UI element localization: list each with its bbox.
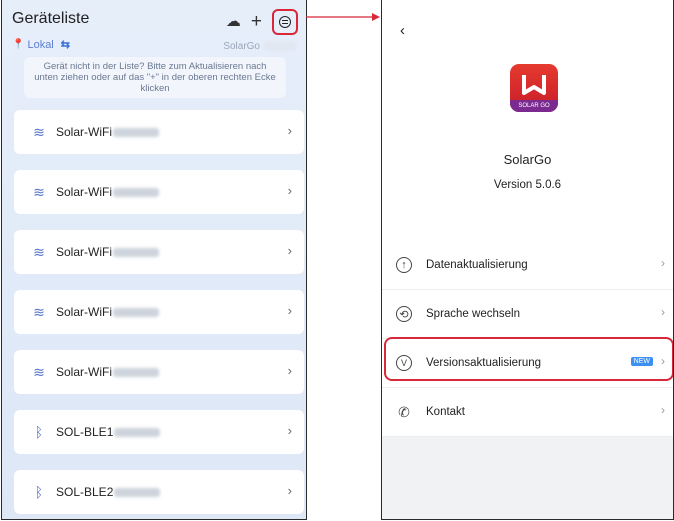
device-name: SOL-BLE2 [56,485,114,499]
logo-label: SOLAR GO [510,100,558,112]
blurred-serial [114,427,161,437]
chevron-right-icon: › [287,303,292,318]
location-pin-icon: 📍 [12,39,25,50]
device-item[interactable]: ≋ Solar-WiFi › [14,230,304,274]
chevron-right-icon: › [287,423,292,438]
back-button[interactable]: ‹ [400,22,405,39]
upload-icon: ↑ [396,257,412,273]
device-item[interactable]: ᛒ SOL-BLE2 › [14,470,304,514]
app-info-panel: ‹ SOLAR GO SolarGo Version 5.0.6 [382,0,673,241]
device-name: Solar-WiFi [56,305,112,319]
swap-icon[interactable]: ⇆ [61,38,70,51]
chevron-right-icon: › [287,363,292,378]
device-name: Solar-WiFi [56,185,112,199]
chevron-right-icon: › [287,243,292,258]
wifi-icon: ≋ [33,183,45,200]
cloud-icon[interactable]: ☁ [226,13,241,31]
blurred-serial [264,41,296,51]
brand-label: SolarGo [223,41,260,52]
wifi-icon: ≋ [33,123,45,140]
chevron-right-icon: › [661,256,665,270]
menu-item-contact[interactable]: ✆ Kontakt › [382,388,673,437]
bluetooth-icon: ᛒ [34,484,44,500]
app-logo: SOLAR GO [510,64,558,112]
wifi-icon: ≋ [33,243,45,260]
chevron-right-icon: › [661,305,665,319]
menu-item-data-update[interactable]: ↑ Datenaktualisierung › [382,241,673,290]
header-actions: ☁ + [226,9,298,35]
menu-item-label: Kontakt [426,406,465,418]
device-list: ≋ Solar-WiFi › ≋ Solar-WiFi › ≋ Solar-Wi… [14,110,304,519]
refresh-hint: Gerät nicht in der Liste? Bitte zum Aktu… [24,57,286,98]
highlight-box [384,337,673,381]
device-name: SOL-BLE1 [56,425,114,439]
blurred-serial [113,127,159,137]
menu-item-label: Sprache wechseln [426,308,520,320]
menu-item-label: Datenaktualisierung [426,259,528,271]
chevron-right-icon: › [287,183,292,198]
menu-button[interactable] [272,9,298,35]
page-title: Geräteliste [12,10,90,27]
blurred-serial [113,367,159,377]
wifi-icon: ≋ [33,363,45,380]
device-item[interactable]: ≋ Solar-WiFi › [14,170,304,214]
menu-item-language[interactable]: ⟲ Sprache wechseln › [382,290,673,339]
add-icon[interactable]: + [251,12,262,31]
phone-icon: ✆ [398,403,410,420]
blurred-serial [114,487,161,497]
device-name: Solar-WiFi [56,245,112,259]
device-item[interactable]: ᛒ SOL-BLE1 › [14,410,304,454]
device-item[interactable]: ≋ Solar-WiFi › [14,110,304,154]
about-screen: ‹ SOLAR GO SolarGo Version 5.0.6 ↑ Daten… [381,0,674,520]
location-label: Lokal [27,38,54,51]
chevron-right-icon: › [287,483,292,498]
arrow-indicator [306,13,380,21]
app-version: Version 5.0.6 [493,179,562,191]
location-selector[interactable]: 📍 Lokal ⇆ [12,38,70,52]
app-name: SolarGo [503,152,552,167]
logo-w-mark [522,75,546,95]
blurred-serial [113,187,159,197]
blurred-serial [113,307,159,317]
chevron-right-icon: › [661,403,665,417]
language-icon: ⟲ [396,306,412,322]
device-list-screen: Geräteliste ☁ + 📍 Lokal ⇆ SolarGo Gerät … [1,0,307,520]
chevron-right-icon: › [287,123,292,138]
device-item[interactable]: ≋ Solar-WiFi › [14,350,304,394]
device-item[interactable]: ≋ Solar-WiFi › [14,290,304,334]
menu-icon [279,16,291,28]
device-name: Solar-WiFi [56,125,112,139]
bluetooth-icon: ᛒ [34,424,44,440]
blurred-serial [113,247,159,257]
device-name: Solar-WiFi [56,365,112,379]
wifi-icon: ≋ [33,303,45,320]
